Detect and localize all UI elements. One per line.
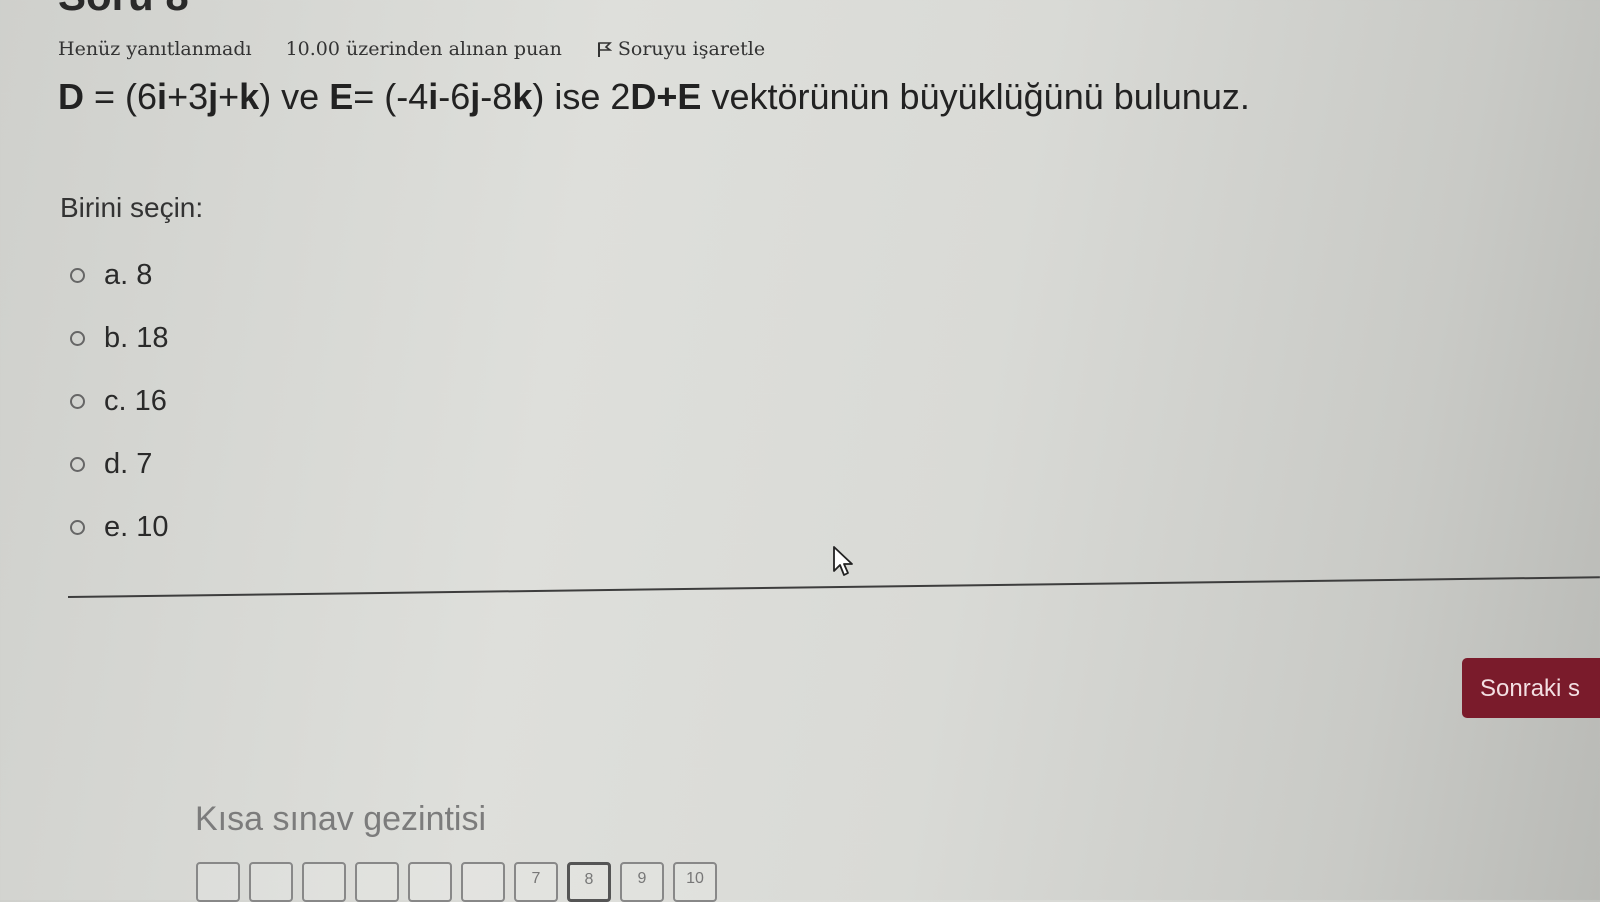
- question-points: 10.00 üzerinden alınan puan: [285, 38, 562, 60]
- mouse-pointer-icon: [833, 546, 853, 576]
- quiz-nav-button[interactable]: [461, 862, 505, 902]
- quiz-nav-button[interactable]: 7: [514, 862, 558, 902]
- option-c[interactable]: c. 16: [70, 370, 169, 433]
- quiz-nav-button[interactable]: [196, 862, 240, 902]
- question-info: Henüz yanıtlanmadı 10.00 üzerinden alına…: [58, 38, 765, 60]
- option-a[interactable]: a. 8: [70, 244, 169, 307]
- choose-one-prompt: Birini seçin:: [60, 192, 204, 223]
- flag-question-link[interactable]: Soruyu işaretle: [596, 38, 765, 60]
- option-label: d. 7: [104, 448, 153, 480]
- quiz-nav-button[interactable]: [249, 862, 293, 902]
- quiz-nav-button[interactable]: 10: [673, 862, 717, 902]
- quiz-navigation-title: Kısa sınav gezintisi: [195, 800, 487, 838]
- option-label: b. 18: [104, 322, 169, 354]
- flag-question-label: Soruyu işaretle: [617, 38, 766, 60]
- radio-button[interactable]: [70, 520, 85, 535]
- quiz-nav-button[interactable]: 9: [620, 862, 664, 902]
- answer-options: a. 8 b. 18 c. 16 d. 7 e. 10: [70, 244, 169, 559]
- quiz-nav-button[interactable]: [408, 862, 452, 902]
- question-text: D = (6i+3j+k) ve E= (-4i-6j-8k) ise 2D+E…: [58, 76, 1250, 117]
- radio-button[interactable]: [70, 331, 85, 346]
- quiz-nav-button[interactable]: [355, 862, 399, 902]
- quiz-nav-button-current[interactable]: 8: [567, 862, 611, 902]
- option-b[interactable]: b. 18: [70, 307, 169, 370]
- question-status: Henüz yanıtlanmadı: [58, 38, 252, 60]
- quiz-nav-button[interactable]: [302, 862, 346, 902]
- option-label: a. 8: [104, 259, 153, 291]
- radio-button[interactable]: [70, 394, 85, 409]
- page-heading: Soru 8: [58, 0, 189, 20]
- flag-icon: [597, 42, 612, 57]
- option-label: c. 16: [104, 385, 167, 417]
- option-label: e. 10: [104, 511, 169, 543]
- option-e[interactable]: e. 10: [70, 496, 169, 559]
- next-page-button[interactable]: Sonraki s: [1462, 658, 1600, 718]
- quiz-navigation-buttons: 7 8 9 10: [196, 862, 717, 902]
- option-d[interactable]: d. 7: [70, 433, 169, 496]
- section-divider: [67, 576, 1600, 598]
- radio-button[interactable]: [70, 268, 85, 283]
- radio-button[interactable]: [70, 457, 85, 472]
